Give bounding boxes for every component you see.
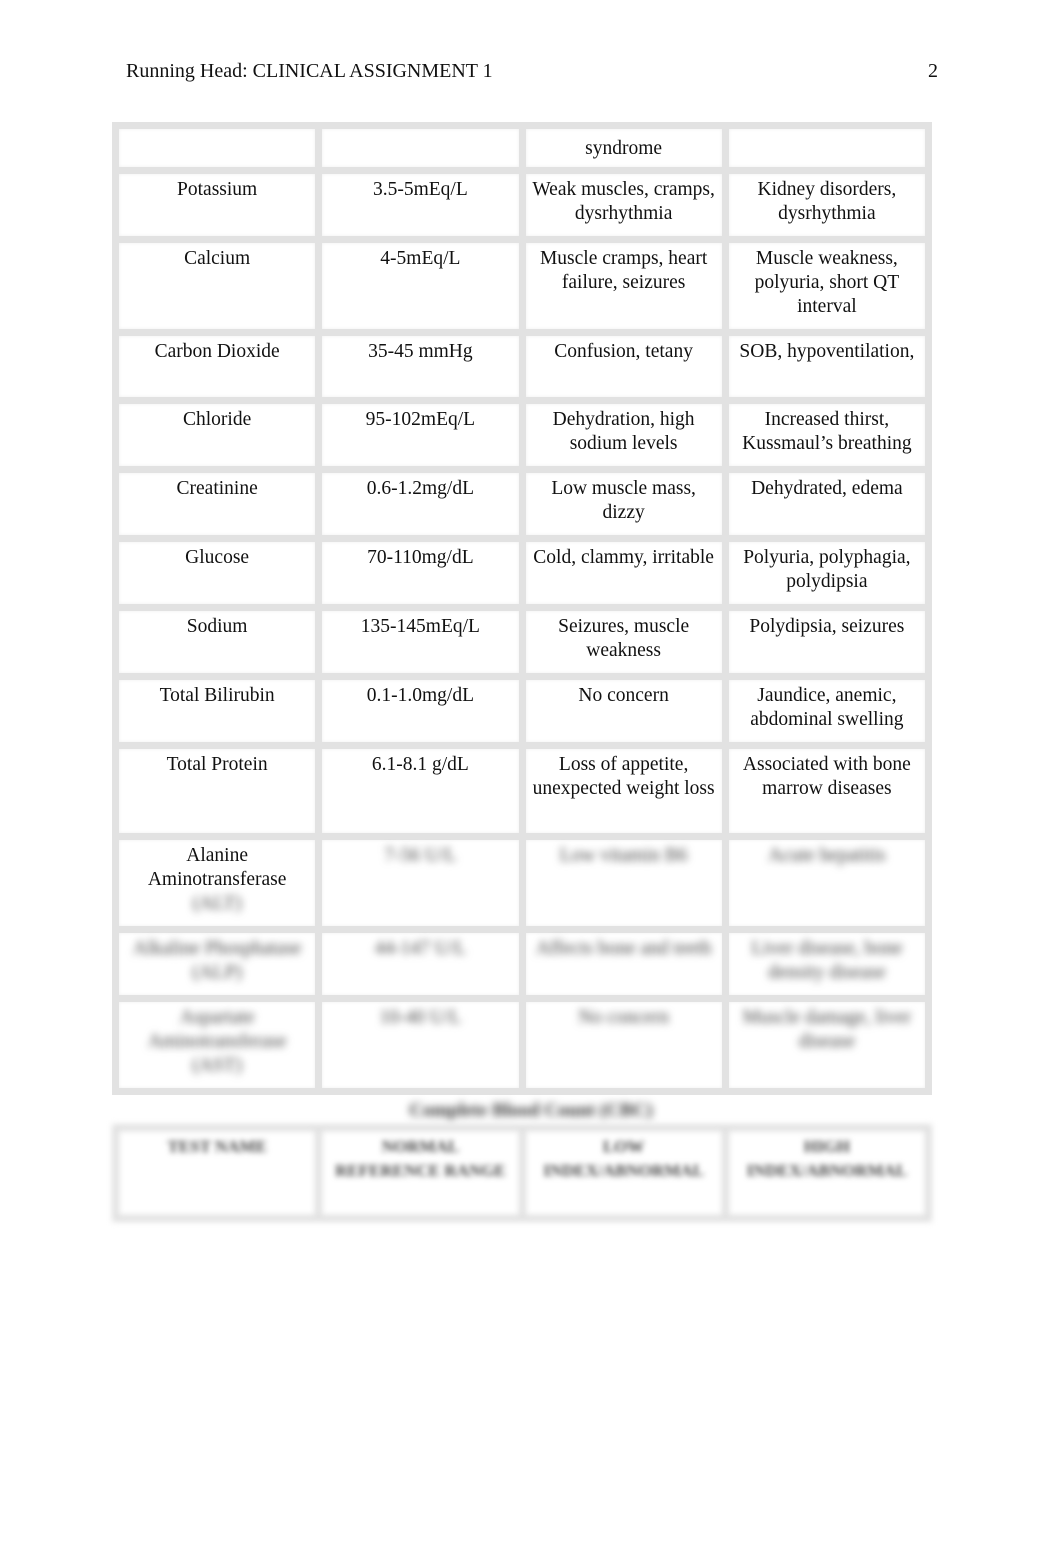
cell-low-finding: No concern	[518, 673, 729, 749]
cell-normal-range: 3.5-5mEq/L	[315, 167, 526, 243]
cell-low-finding: No concern	[518, 995, 729, 1095]
cell-low-finding: Seizures, muscle weakness	[518, 604, 729, 680]
cell-high-finding: Polydipsia, seizures	[721, 604, 933, 680]
cbc-header-test-name: TEST NAME	[111, 1124, 323, 1222]
cell-normal-range: 0.1-1.0mg/dL	[315, 673, 526, 749]
table-row: Alkaline Phosphatase (ALP) 44-147 U/L Affe…	[111, 926, 933, 1002]
cell-low-finding: Loss of appetite, unexpected weight loss	[518, 742, 729, 840]
blurred-text: Aspartate Aminotransferase (AST)	[147, 1007, 287, 1076]
cbc-header-high: HIGH INDEX/ABNORMAL	[721, 1124, 933, 1222]
cell-high-finding: Liver disease, bone density disease	[721, 926, 933, 1002]
cell-test-name: Glucose	[111, 535, 323, 611]
blurred-text: Liver disease, bone density disease	[751, 938, 903, 983]
cell-high-finding: Muscle weakness, polyuria, short QT inte…	[721, 236, 933, 336]
metabolic-panel-table: syndrome Potassium 3.5-5mEq/L Weak muscles,…	[111, 122, 933, 1095]
cell-test-name: Aspartate Aminotransferase (AST)	[111, 995, 323, 1095]
cell-normal-range: 7-56 U/L	[315, 833, 526, 933]
cbc-header-low: LOW INDEX/ABNORMAL	[518, 1124, 729, 1222]
blurred-text: 44-147 U/L	[374, 938, 467, 959]
table-row: Total Bilirubin 0.1-1.0mg/dL No concern Jau…	[111, 673, 933, 749]
alt-name-visible: Alanine Aminotransferase	[147, 845, 287, 890]
table-row: Carbon Dioxide 35-45 mmHg Confusion, tetan…	[111, 329, 933, 404]
cell-low-finding: Low muscle mass, dizzy	[518, 466, 729, 542]
cell-high-finding: Dehydrated, edema	[721, 466, 933, 542]
table-row: Chloride 95-102mEq/L Dehydration, high sod…	[111, 397, 933, 473]
cell-test-name: Chloride	[111, 397, 323, 473]
cbc-header-row: TEST NAME NORMAL REFERENCE RANGE LOW IND…	[111, 1124, 933, 1222]
cell-high-finding: Kidney disorders, dysrhythmia	[721, 167, 933, 243]
cell-high-finding: SOB, hypoventilation,	[721, 329, 933, 404]
cell-normal-range: 35-45 mmHg	[315, 329, 526, 404]
blurred-text: Acute hepatitis	[768, 845, 886, 866]
cell-high-finding: Muscle damage, liver disease	[721, 995, 933, 1095]
table-row: Total Protein 6.1-8.1 g/dL Loss of appetit…	[111, 742, 933, 840]
table-row: syndrome	[111, 122, 933, 174]
cell-high-finding: Acute hepatitis	[721, 833, 933, 933]
cell-high-finding: Increased thirst, Kussmaul’s breathing	[721, 397, 933, 473]
cell-test-name: Potassium	[111, 167, 323, 243]
cell-low-finding: syndrome	[518, 122, 729, 174]
alt-name-abbrev: (ALT)	[192, 893, 242, 914]
cell-low-finding: Dehydration, high sodium levels	[518, 397, 729, 473]
cell-test-name: Calcium	[111, 236, 323, 336]
cell-normal-range: 4-5mEq/L	[315, 236, 526, 336]
cbc-header-normal-range: NORMAL REFERENCE RANGE	[315, 1124, 526, 1222]
cell-test-name: Total Bilirubin	[111, 673, 323, 749]
cbc-table: TEST NAME NORMAL REFERENCE RANGE LOW IND…	[111, 1124, 933, 1222]
cell-normal-range: 44-147 U/L	[315, 926, 526, 1002]
table-row: Sodium 135-145mEq/L Seizures, muscle weakn…	[111, 604, 933, 680]
cell-high-finding: Polyuria, polyphagia, polydipsia	[721, 535, 933, 611]
cell-low-finding: Low vitamin B6	[518, 833, 729, 933]
cell-normal-range: 0.6-1.2mg/dL	[315, 466, 526, 542]
cbc-caption: Complete Blood Count (CBC)	[409, 1100, 653, 1121]
cell-low-finding: Muscle cramps, heart failure, seizures	[518, 236, 729, 336]
running-header: Running Head: CLINICAL ASSIGNMENT 1 2	[126, 60, 938, 86]
cell-normal-range: 70-110mg/dL	[315, 535, 526, 611]
cell-normal-range: 135-145mEq/L	[315, 604, 526, 680]
cell-normal-range	[315, 122, 526, 174]
table-row: Calcium 4-5mEq/L Muscle cramps, heart fail…	[111, 236, 933, 336]
cell-test-name: Creatinine	[111, 466, 323, 542]
blurred-text: Affects bone and teeth	[535, 938, 712, 959]
cell-high-finding: Associated with bone marrow diseases	[721, 742, 933, 840]
cell-low-finding: Weak muscles, cramps, dysrhythmia	[518, 167, 729, 243]
running-head-title: Running Head: CLINICAL ASSIGNMENT 1	[126, 60, 493, 82]
cell-normal-range: 6.1-8.1 g/dL	[315, 742, 526, 840]
blurred-text: Muscle damage, liver disease	[742, 1007, 912, 1052]
cell-test-name: Carbon Dioxide	[111, 329, 323, 404]
cell-low-finding: Confusion, tetany	[518, 329, 729, 404]
cell-test-name: Alanine Aminotransferase (ALT)	[111, 833, 323, 933]
cell-test-name: Alkaline Phosphatase (ALP)	[111, 926, 323, 1002]
page-number: 2	[928, 60, 938, 82]
table-row: Creatinine 0.6-1.2mg/dL Low muscle mass, d…	[111, 466, 933, 542]
cell-high-finding	[721, 122, 933, 174]
cell-low-finding: Affects bone and teeth	[518, 926, 729, 1002]
table-row: Alanine Aminotransferase (ALT) 7-56 U/L Low…	[111, 833, 933, 933]
blurred-text: 10-40 U/L	[379, 1007, 462, 1028]
blurred-text: No concern	[578, 1007, 669, 1028]
table-row: Potassium 3.5-5mEq/L Weak muscles, cramps,…	[111, 167, 933, 243]
table-row: Glucose 70-110mg/dL Cold, clammy, irritabl…	[111, 535, 933, 611]
cell-high-finding: Jaundice, anemic, abdominal swelling	[721, 673, 933, 749]
table-row: Aspartate Aminotransferase (AST) 10-40 U/…	[111, 995, 933, 1095]
cell-normal-range: 95-102mEq/L	[315, 397, 526, 473]
cell-test-name	[111, 122, 323, 174]
blurred-text: Alkaline Phosphatase (ALP)	[132, 938, 302, 983]
cell-test-name: Sodium	[111, 604, 323, 680]
cell-normal-range: 10-40 U/L	[315, 995, 526, 1095]
blurred-text: Low vitamin B6	[559, 845, 688, 866]
cell-test-name: Total Protein	[111, 742, 323, 840]
blurred-text: 7-56 U/L	[384, 845, 457, 866]
cell-low-finding: Cold, clammy, irritable	[518, 535, 729, 611]
